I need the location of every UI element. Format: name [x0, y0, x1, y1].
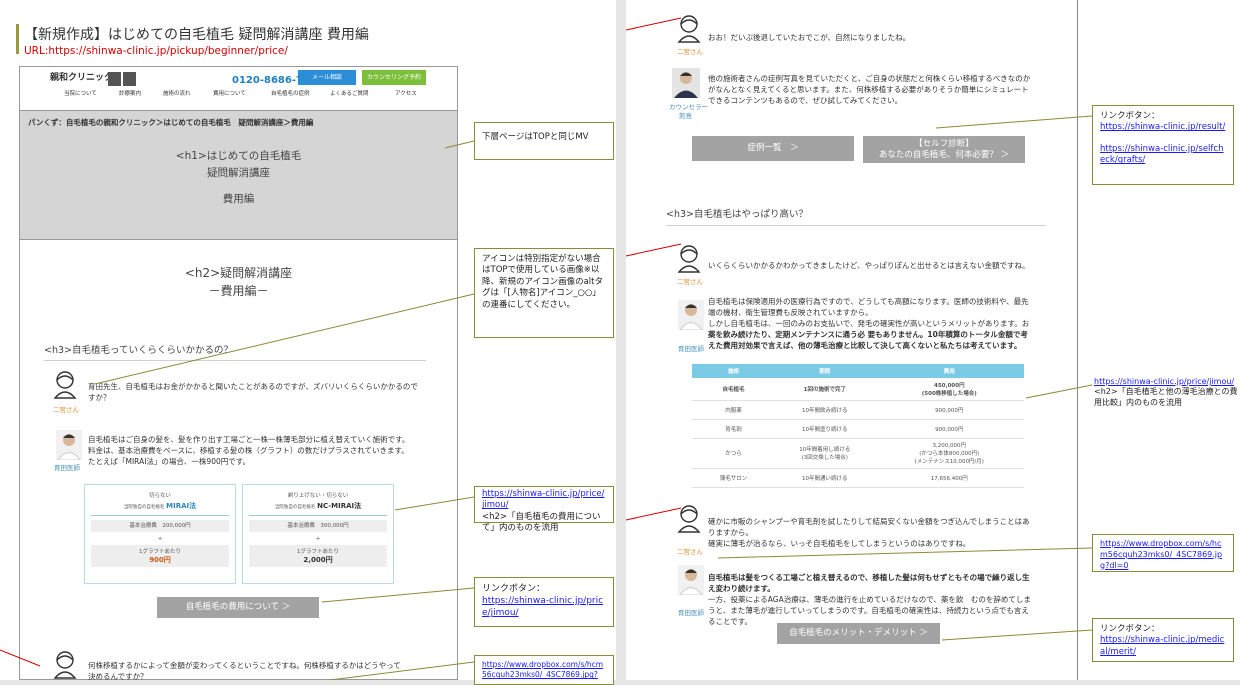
document-page-1: 【新規作成】はじめての自毛植毛 疑問解消講座 費用編 URL:https://s… — [0, 0, 616, 685]
connector-lines — [0, 27, 616, 680]
connector-lines — [626, 17, 1093, 641]
document-page-2: 二宮さん おお！だいぶ後退していたおでこが、自然になりましたね。 カウンセラー … — [626, 0, 1240, 680]
